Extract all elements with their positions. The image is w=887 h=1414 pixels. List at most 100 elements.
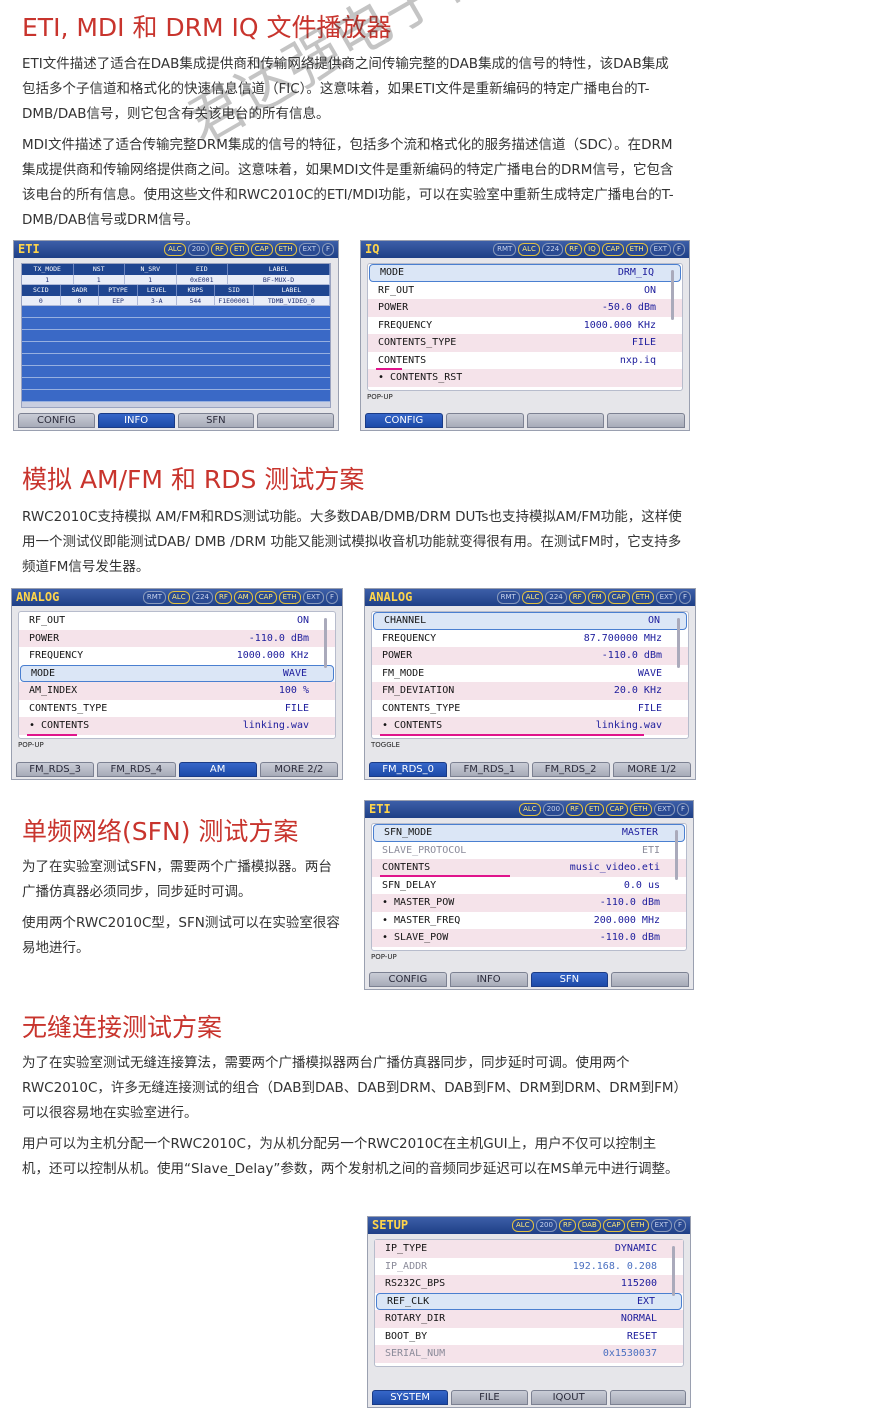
- param-row[interactable]: ROTARY_DIR NORMAL: [375, 1310, 683, 1328]
- tab-fm-rds-4[interactable]: FM_RDS_4: [97, 762, 176, 777]
- tab-config[interactable]: CONFIG: [18, 413, 95, 428]
- grid-cell: 1: [125, 275, 177, 285]
- param-row[interactable]: • MASTER_FREQ 200.000 MHz: [372, 912, 686, 930]
- grid-header-cell: N_SRV: [125, 264, 177, 275]
- am-screen: ANALOG RMT ALC 224 RF AM CAP ETH EXT F R…: [11, 588, 343, 780]
- param-label: RF_OUT: [29, 615, 66, 626]
- param-value: -110.0 dBm: [601, 650, 662, 661]
- param-row[interactable]: SFN_DELAY 0.0 us: [372, 877, 686, 895]
- param-value: ON: [643, 284, 656, 296]
- tab-am[interactable]: AM: [178, 762, 257, 777]
- status-badges: RMT ALC 224 RF AM CAP ETH EXT F: [142, 591, 338, 604]
- param-row[interactable]: POWER -110.0 dBm: [372, 647, 688, 665]
- tab-empty[interactable]: [526, 413, 605, 428]
- param-row[interactable]: CONTENTS nxp.iq: [368, 352, 682, 370]
- status-badge: CAP: [601, 243, 624, 256]
- param-label: RF_OUT: [378, 284, 415, 296]
- param-value: RESET: [626, 1330, 657, 1342]
- param-row[interactable]: FREQUENCY 1000.000 KHz: [368, 317, 682, 335]
- scrollbar[interactable]: [672, 1246, 675, 1296]
- status-badge: ALC: [512, 1219, 534, 1232]
- status-badges: RMT ALC 224 RF FM CAP ETH EXT F: [496, 591, 691, 604]
- param-row[interactable]: • CONTENTS linking.wav: [372, 717, 688, 735]
- eti-paragraph-1: ETI文件描述了适合在DAB集成提供商和传输网络提供商之间传输完整的DAB集成的…: [22, 56, 669, 122]
- param-row[interactable]: RS232C_BPS 115200: [375, 1275, 683, 1293]
- param-row[interactable]: • MASTER_POW -110.0 dBm: [372, 894, 686, 912]
- param-row[interactable]: • CONTENTS_RST: [368, 369, 682, 387]
- tab-info[interactable]: INFO: [97, 413, 175, 428]
- tab-empty[interactable]: [607, 413, 685, 428]
- scrollbar[interactable]: [324, 618, 327, 668]
- param-row[interactable]: SERIAL_NUM 0x1530037: [375, 1345, 683, 1363]
- param-row[interactable]: MODE DRM_IQ: [369, 264, 681, 282]
- param-label: CONTENTS_TYPE: [378, 337, 457, 348]
- grid-cell: BF-MUX-D: [228, 275, 330, 285]
- tab-empty[interactable]: [611, 972, 689, 987]
- tab-system[interactable]: SYSTEM: [372, 1390, 449, 1405]
- param-row[interactable]: SFN_MODE MASTER: [373, 824, 685, 842]
- param-row[interactable]: FM_MODE WAVE: [372, 665, 688, 683]
- status-badge: F: [672, 243, 685, 256]
- param-row[interactable]: RF_OUT ON: [368, 282, 682, 300]
- param-label: • CONTENTS_RST: [378, 372, 463, 383]
- param-value: DYNAMIC: [614, 1243, 657, 1254]
- tab-fm-rds-0[interactable]: FM_RDS_0: [369, 762, 448, 777]
- param-row[interactable]: FM_DEVIATION 20.0 KHz: [372, 682, 688, 700]
- scrollbar[interactable]: [675, 830, 678, 880]
- tab-file[interactable]: FILE: [451, 1390, 528, 1405]
- tab-more[interactable]: MORE 1/2: [612, 762, 691, 777]
- tab-empty[interactable]: [609, 1390, 686, 1405]
- tab-fm-rds-3[interactable]: FM_RDS_3: [16, 762, 95, 777]
- section-title-eti: ETI, MDI 和 DRM IQ 文件播放器: [22, 13, 392, 42]
- grid-cell: 0xE001: [176, 275, 228, 285]
- param-label: • SLAVE_POW: [382, 932, 449, 943]
- param-row[interactable]: IP_ADDR 192.168. 0.208: [375, 1258, 683, 1276]
- param-value: 0.0 us: [623, 879, 660, 891]
- scrollbar[interactable]: [671, 270, 674, 320]
- param-label: IP_ADDR: [385, 1260, 428, 1272]
- tab-fm-rds-2[interactable]: FM_RDS_2: [531, 762, 610, 777]
- param-row[interactable]: AM_INDEX 100 %: [19, 682, 335, 700]
- param-value: -110.0 dBm: [599, 932, 660, 943]
- param-row[interactable]: SLAVE_PROTOCOL ETI: [372, 842, 686, 860]
- param-row[interactable]: CONTENTS_TYPE FILE: [368, 334, 682, 352]
- param-row[interactable]: POWER -50.0 dBm: [368, 299, 682, 317]
- tab-info[interactable]: INFO: [449, 972, 528, 987]
- tab-empty[interactable]: [257, 413, 334, 428]
- tab-iqout[interactable]: IQOUT: [530, 1390, 607, 1405]
- screen-header: SETUP ALC 200 RF DAB CAP ETH EXT F: [368, 1217, 690, 1234]
- param-row[interactable]: • SLAVE_POW -110.0 dBm: [372, 929, 686, 947]
- param-row[interactable]: FREQUENCY 87.700000 MHz: [372, 630, 688, 648]
- popup-hint: TOGGLE: [371, 741, 400, 749]
- tab-config[interactable]: CONFIG: [365, 413, 443, 428]
- param-row[interactable]: CONTENTS_TYPE FILE: [372, 700, 688, 718]
- param-row[interactable]: REF_CLK EXT: [376, 1292, 682, 1310]
- status-badge: F: [325, 591, 338, 604]
- param-row[interactable]: RF_OUT ON: [19, 612, 335, 630]
- param-row[interactable]: MODE WAVE: [20, 664, 334, 682]
- info-grid: TX_MODE NST N_SRV EID LABEL 1 1 1 0xE001…: [21, 263, 331, 408]
- tab-fm-rds-1[interactable]: FM_RDS_1: [450, 762, 529, 777]
- param-row[interactable]: POWER -110.0 dBm: [19, 629, 335, 647]
- tab-config[interactable]: CONFIG: [369, 972, 447, 987]
- scrollbar[interactable]: [677, 618, 680, 668]
- param-label: AM_INDEX: [29, 685, 78, 696]
- status-badge: AM: [233, 591, 253, 604]
- tab-more[interactable]: MORE 2/2: [259, 762, 338, 777]
- grid-cell: EEP: [99, 296, 138, 306]
- param-row[interactable]: BOOT_BY RESET: [375, 1328, 683, 1346]
- tab-empty[interactable]: [445, 413, 524, 428]
- grid-value-row: 0 0 EEP 3-A 544 F1E00001 TDMB_VIDEO_0: [22, 296, 330, 306]
- parameter-list: RF_OUT ON POWER -110.0 dBm FREQUENCY 1000.0…: [18, 611, 336, 739]
- grid-empty-row: [22, 378, 330, 390]
- param-row[interactable]: CONTENTS_TYPE FILE: [19, 700, 335, 718]
- param-row[interactable]: • CONTENTS linking.wav: [19, 717, 335, 735]
- param-row[interactable]: CONTENTS music_video.eti: [372, 859, 686, 877]
- param-label: MODE: [31, 667, 56, 679]
- param-row[interactable]: IP_TYPE DYNAMIC: [375, 1240, 683, 1258]
- param-row[interactable]: FREQUENCY 1000.000 KHz: [19, 647, 335, 665]
- tab-sfn[interactable]: SFN: [177, 413, 255, 428]
- tab-sfn[interactable]: SFN: [530, 972, 609, 987]
- param-row[interactable]: CHANNEL ON: [373, 612, 687, 630]
- param-value: FILE: [637, 702, 662, 714]
